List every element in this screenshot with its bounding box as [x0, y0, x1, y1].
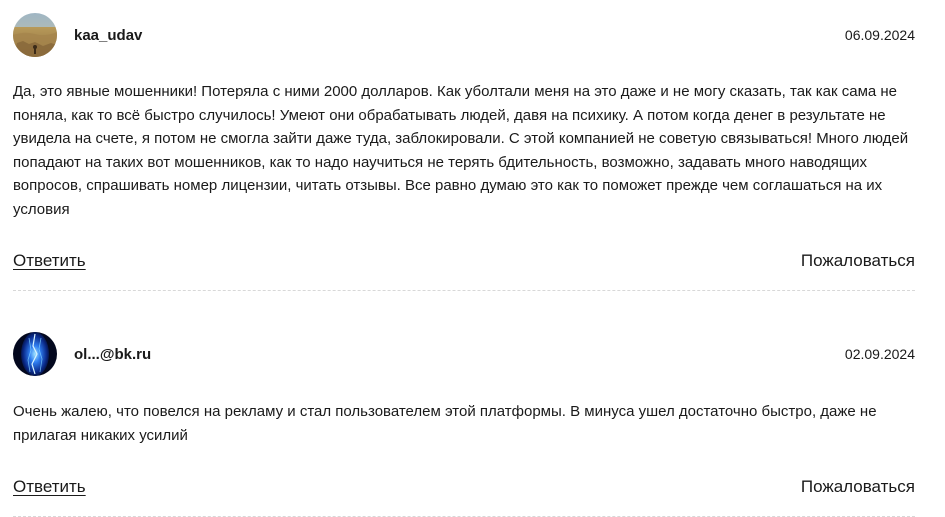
comment-date: 02.09.2024: [844, 346, 915, 362]
comment-actions: Ответить Пожаловаться: [13, 249, 915, 273]
reply-link[interactable]: Ответить: [13, 477, 86, 497]
reply-link[interactable]: Ответить: [13, 251, 86, 271]
comments-list: kaa_udav 06.09.2024 Да, это явные мошенн…: [13, 0, 915, 517]
report-link[interactable]: Пожаловаться: [801, 477, 915, 497]
comment-item: kaa_udav 06.09.2024 Да, это явные мошенн…: [13, 0, 915, 291]
avatar-photo-blue-light-icon: [13, 332, 57, 376]
comment-text: Да, это явные мошенники! Потеряла с ними…: [13, 83, 909, 218]
comment-header: kaa_udav 06.09.2024: [13, 13, 915, 57]
comment-date: 06.09.2024: [844, 27, 915, 43]
username[interactable]: kaa_udav: [74, 27, 142, 44]
comment-item: ol...@bk.ru 02.09.2024 Очень жалею, что …: [13, 291, 915, 517]
user-avatar[interactable]: [13, 13, 57, 57]
username[interactable]: ol...@bk.ru: [74, 346, 151, 363]
comment-actions: Ответить Пожаловаться: [13, 475, 915, 499]
comment-text: Очень жалею, что повелся на рекламу и ст…: [13, 403, 877, 444]
user-avatar[interactable]: [13, 332, 57, 376]
comment-header: ol...@bk.ru 02.09.2024: [13, 332, 915, 376]
report-link[interactable]: Пожаловаться: [801, 251, 915, 271]
avatar-photo-field-icon: [13, 13, 57, 57]
